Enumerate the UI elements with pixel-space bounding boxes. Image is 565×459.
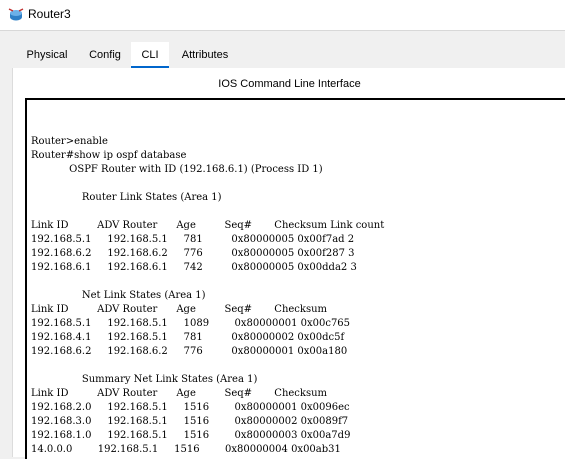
router-app-icon — [8, 8, 24, 21]
cli-line: Router>enable — [31, 136, 108, 147]
tab-bar: Physical Config CLI Attributes — [12, 42, 565, 68]
cli-line — [31, 275, 384, 289]
tab-attributes[interactable]: Attributes — [175, 42, 235, 68]
cli-line: 192.168.5.1 192.168.5.1 781 0x80000005 0… — [31, 234, 355, 245]
cli-line: 192.168.6.2 192.168.6.2 776 0x80000005 0… — [31, 248, 355, 259]
cli-line: Link ID ADV Router Age Seq# Checksum — [31, 304, 328, 315]
cli-line: Router#show ip ospf database — [31, 150, 187, 161]
title-bar: Router3 — [0, 0, 565, 31]
cli-output: Router>enable Router#show ip ospf databas… — [31, 135, 384, 457]
cli-line: 192.168.1.0 192.168.5.1 1516 0x80000003 … — [31, 430, 351, 441]
cli-line: 14.0.0.0 192.168.5.1 1516 0x80000004 0x0… — [31, 444, 341, 455]
cli-panel: IOS Command Line Interface Router>enable… — [12, 68, 565, 459]
cli-header: IOS Command Line Interface — [218, 78, 361, 90]
window-title: Router3 — [28, 7, 71, 21]
cli-console[interactable]: Router>enable Router#show ip ospf databas… — [25, 98, 565, 459]
cli-line — [31, 205, 384, 219]
cli-line: 192.168.4.1 192.168.5.1 781 0x80000002 0… — [31, 332, 345, 343]
cli-line: 192.168.6.1 192.168.6.1 742 0x80000005 0… — [31, 262, 357, 273]
cli-line: Link ID ADV Router Age Seq# Checksum — [31, 388, 328, 399]
tab-cli[interactable]: CLI — [131, 42, 169, 68]
cli-line: Router Link States (Area 1) — [31, 192, 222, 203]
cli-line — [31, 359, 384, 373]
cli-line: Summary Net Link States (Area 1) — [31, 374, 258, 385]
cli-line: 192.168.2.0 192.168.5.1 1516 0x80000001 … — [31, 402, 350, 413]
tab-physical[interactable]: Physical — [16, 42, 78, 68]
cli-line: 192.168.3.0 192.168.5.1 1516 0x80000002 … — [31, 416, 349, 427]
cli-line — [31, 177, 384, 191]
cli-line: 192.168.5.1 192.168.5.1 1089 0x80000001 … — [31, 318, 351, 329]
cli-line: OSPF Router with ID (192.168.6.1) (Proce… — [31, 164, 323, 175]
cli-line: Link ID ADV Router Age Seq# Checksum Lin… — [31, 220, 385, 231]
cli-line: Net Link States (Area 1) — [31, 290, 206, 301]
tab-config[interactable]: Config — [82, 42, 128, 68]
cli-line: 192.168.6.2 192.168.6.2 776 0x80000001 0… — [31, 346, 348, 357]
